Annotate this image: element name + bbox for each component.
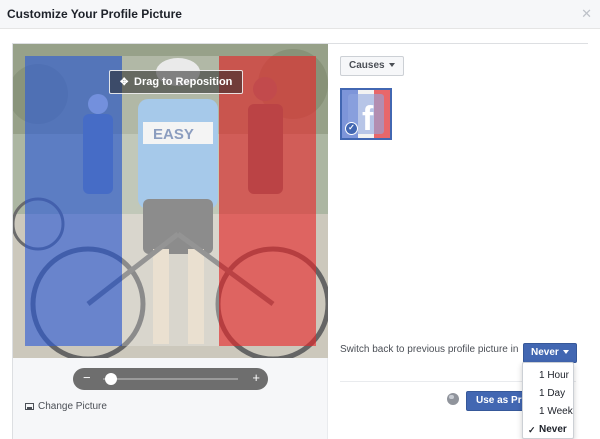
menu-item-label: 1 Week bbox=[539, 406, 573, 417]
menu-item-1-week[interactable]: 1 Week bbox=[523, 403, 573, 421]
checkmark-icon: ✓ bbox=[528, 425, 536, 435]
svg-text:f: f bbox=[362, 100, 374, 138]
switch-back-selected-value: Never bbox=[531, 347, 559, 358]
drag-to-reposition-label: ✥ Drag to Reposition bbox=[109, 70, 244, 94]
checkmark-icon: ✓ bbox=[345, 122, 358, 135]
chevron-down-icon bbox=[388, 63, 395, 68]
preview-panel: EASY ✥ Drag to Reposition − + Change Pic… bbox=[13, 44, 328, 439]
zoom-track[interactable] bbox=[103, 378, 238, 380]
change-picture-link[interactable]: Change Picture bbox=[25, 401, 107, 412]
menu-item-label: Never bbox=[539, 424, 567, 435]
switch-back-duration-menu: 1 Hour 1 Day 1 Week ✓ Never bbox=[522, 362, 574, 439]
zoom-slider[interactable]: − + bbox=[73, 368, 268, 390]
dialog-header: Customize Your Profile Picture ✕ bbox=[0, 0, 600, 29]
menu-item-label: 1 Day bbox=[539, 388, 566, 399]
picture-icon bbox=[25, 403, 34, 410]
move-arrows-icon: ✥ bbox=[120, 77, 129, 88]
change-picture-label: Change Picture bbox=[38, 401, 107, 412]
profile-photo-preview[interactable]: EASY ✥ Drag to Reposition bbox=[13, 44, 328, 358]
close-icon[interactable]: ✕ bbox=[581, 6, 592, 22]
dialog-body: EASY ✥ Drag to Reposition − + Change Pic… bbox=[0, 29, 600, 439]
zoom-out-icon[interactable]: − bbox=[83, 370, 91, 386]
switch-back-label: Switch back to previous profile picture … bbox=[340, 344, 519, 355]
globe-icon[interactable] bbox=[447, 393, 459, 405]
menu-item-1-hour[interactable]: 1 Hour bbox=[523, 367, 573, 385]
menu-item-label: 1 Hour bbox=[539, 370, 570, 381]
zoom-slider-handle[interactable] bbox=[105, 373, 117, 385]
causes-dropdown-button[interactable]: Causes bbox=[340, 56, 404, 76]
zoom-in-icon[interactable]: + bbox=[252, 370, 260, 386]
menu-item-never[interactable]: ✓ Never bbox=[523, 421, 573, 439]
frame-option-france-flag[interactable]: f ✓ bbox=[340, 88, 392, 140]
switch-back-duration-button[interactable]: Never bbox=[523, 343, 577, 363]
profile-picture-editor: EASY ✥ Drag to Reposition − + Change Pic… bbox=[12, 43, 588, 439]
chevron-down-icon bbox=[562, 350, 569, 355]
menu-item-1-day[interactable]: 1 Day bbox=[523, 385, 573, 403]
drag-label-text: Drag to Reposition bbox=[134, 76, 233, 88]
dialog-title: Customize Your Profile Picture bbox=[7, 7, 182, 21]
causes-label: Causes bbox=[349, 60, 385, 71]
